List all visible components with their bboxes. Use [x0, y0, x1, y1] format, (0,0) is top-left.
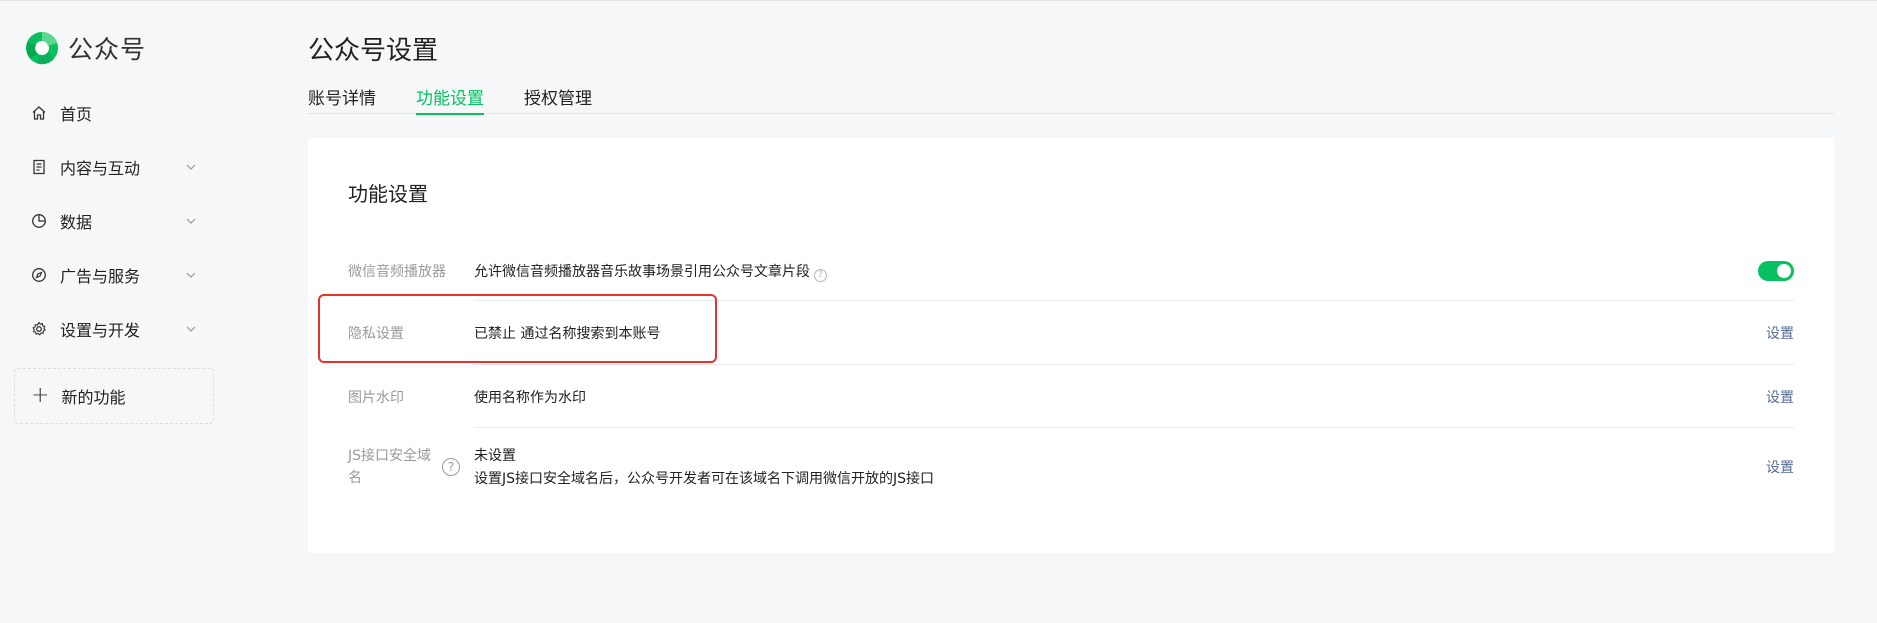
tab-feature-settings[interactable]: 功能设置 — [416, 84, 484, 115]
setting-value: 未设置 设置JS接口安全域名后，公众号开发者可在该域名下调用微信开放的JS接口 — [474, 448, 1766, 487]
document-icon — [30, 158, 48, 176]
sidebar-item-label: 广告与服务 — [60, 267, 141, 286]
sidebar-item-label: 内容与互动 — [60, 159, 141, 178]
sidebar-item-data[interactable]: 数据 — [14, 194, 214, 248]
audio-player-toggle[interactable] — [1758, 261, 1794, 281]
setting-row-privacy: 隐私设置 已禁止 通过名称搜索到本账号 设置 — [348, 318, 1794, 348]
wechat-official-logo-icon — [26, 32, 58, 65]
setting-value-text: 未设置 — [474, 447, 516, 464]
setting-key-text: JS接口安全域名 — [348, 445, 442, 489]
tab-authorization[interactable]: 授权管理 — [524, 84, 592, 114]
setting-value-description: 设置JS接口安全域名后，公众号开发者可在该域名下调用微信开放的JS接口 — [474, 470, 935, 487]
setting-value: 已禁止 通过名称搜索到本账号 — [474, 326, 661, 342]
setting-key: JS接口安全域名 ? — [348, 445, 474, 489]
chevron-down-icon — [186, 272, 196, 278]
setting-key-line2: 名 — [348, 470, 362, 486]
help-icon[interactable]: ? — [442, 458, 460, 476]
sidebar-item-label: 数据 — [60, 213, 93, 232]
sidebar-item-ads[interactable]: 广告与服务 — [14, 248, 214, 302]
privacy-settings-link[interactable]: 设置 — [1766, 323, 1794, 343]
chevron-down-icon — [186, 326, 196, 332]
row-divider — [474, 427, 1794, 428]
gear-icon — [30, 320, 48, 338]
app-name: 公众号 — [68, 35, 147, 64]
row-divider — [474, 364, 1794, 365]
home-icon — [30, 104, 48, 122]
setting-value: 使用名称作为水印 — [474, 390, 586, 406]
sidebar-item-label: 设置与开发 — [60, 321, 141, 340]
app-logo[interactable]: 公众号 — [24, 30, 146, 66]
sidebar-item-home[interactable]: 首页 — [14, 86, 214, 140]
js-domain-settings-link[interactable]: 设置 — [1766, 457, 1794, 477]
page-title: 公众号设置 — [308, 36, 439, 66]
setting-key: 隐私设置 — [348, 326, 404, 342]
settings-tabs: 账号详情 功能设置 授权管理 — [308, 84, 1834, 115]
plus-icon: + — [31, 383, 50, 408]
watermark-settings-link[interactable]: 设置 — [1766, 387, 1794, 407]
sidebar-nav: 首页 内容与互动 数据 广告与服务 设置与开发 + 新的功能 — [14, 86, 214, 424]
chevron-down-icon — [186, 164, 196, 170]
sidebar-item-content[interactable]: 内容与互动 — [14, 140, 214, 194]
sidebar: 公众号 首页 内容与互动 数据 广告与服务 设置与开发 + 新的功能 — [0, 0, 240, 623]
chevron-down-icon — [186, 218, 196, 224]
new-feature-button[interactable]: + 新的功能 — [14, 368, 214, 424]
setting-row-js-domain: JS接口安全域名 ? 未设置 设置JS接口安全域名后，公众号开发者可在该域名下调… — [348, 444, 1794, 490]
row-divider — [474, 300, 1794, 301]
setting-row-watermark: 图片水印 使用名称作为水印 设置 — [348, 382, 1794, 412]
feature-settings-card: 功能设置 微信音频播放器 允许微信音频播放器音乐故事场景引用公众号文章片段? 隐… — [308, 138, 1834, 553]
setting-row-audio-player: 微信音频播放器 允许微信音频播放器音乐故事场景引用公众号文章片段? — [348, 255, 1794, 287]
card-title: 功能设置 — [348, 182, 428, 206]
setting-key-line1: JS接口安全域 — [348, 448, 432, 464]
tab-account-details[interactable]: 账号详情 — [308, 84, 376, 114]
new-feature-label: 新的功能 — [61, 388, 126, 407]
setting-value: 允许微信音频播放器音乐故事场景引用公众号文章片段? — [474, 261, 1758, 282]
sidebar-item-settings[interactable]: 设置与开发 — [14, 302, 214, 356]
sidebar-item-label: 首页 — [60, 105, 93, 124]
compass-icon — [30, 266, 48, 284]
setting-value-text: 允许微信音频播放器音乐故事场景引用公众号文章片段 — [474, 263, 810, 280]
setting-key: 图片水印 — [348, 390, 404, 406]
setting-key: 微信音频播放器 — [348, 264, 446, 280]
top-border — [0, 0, 1877, 1]
pie-chart-icon — [30, 212, 48, 230]
help-icon[interactable]: ? — [814, 268, 827, 282]
